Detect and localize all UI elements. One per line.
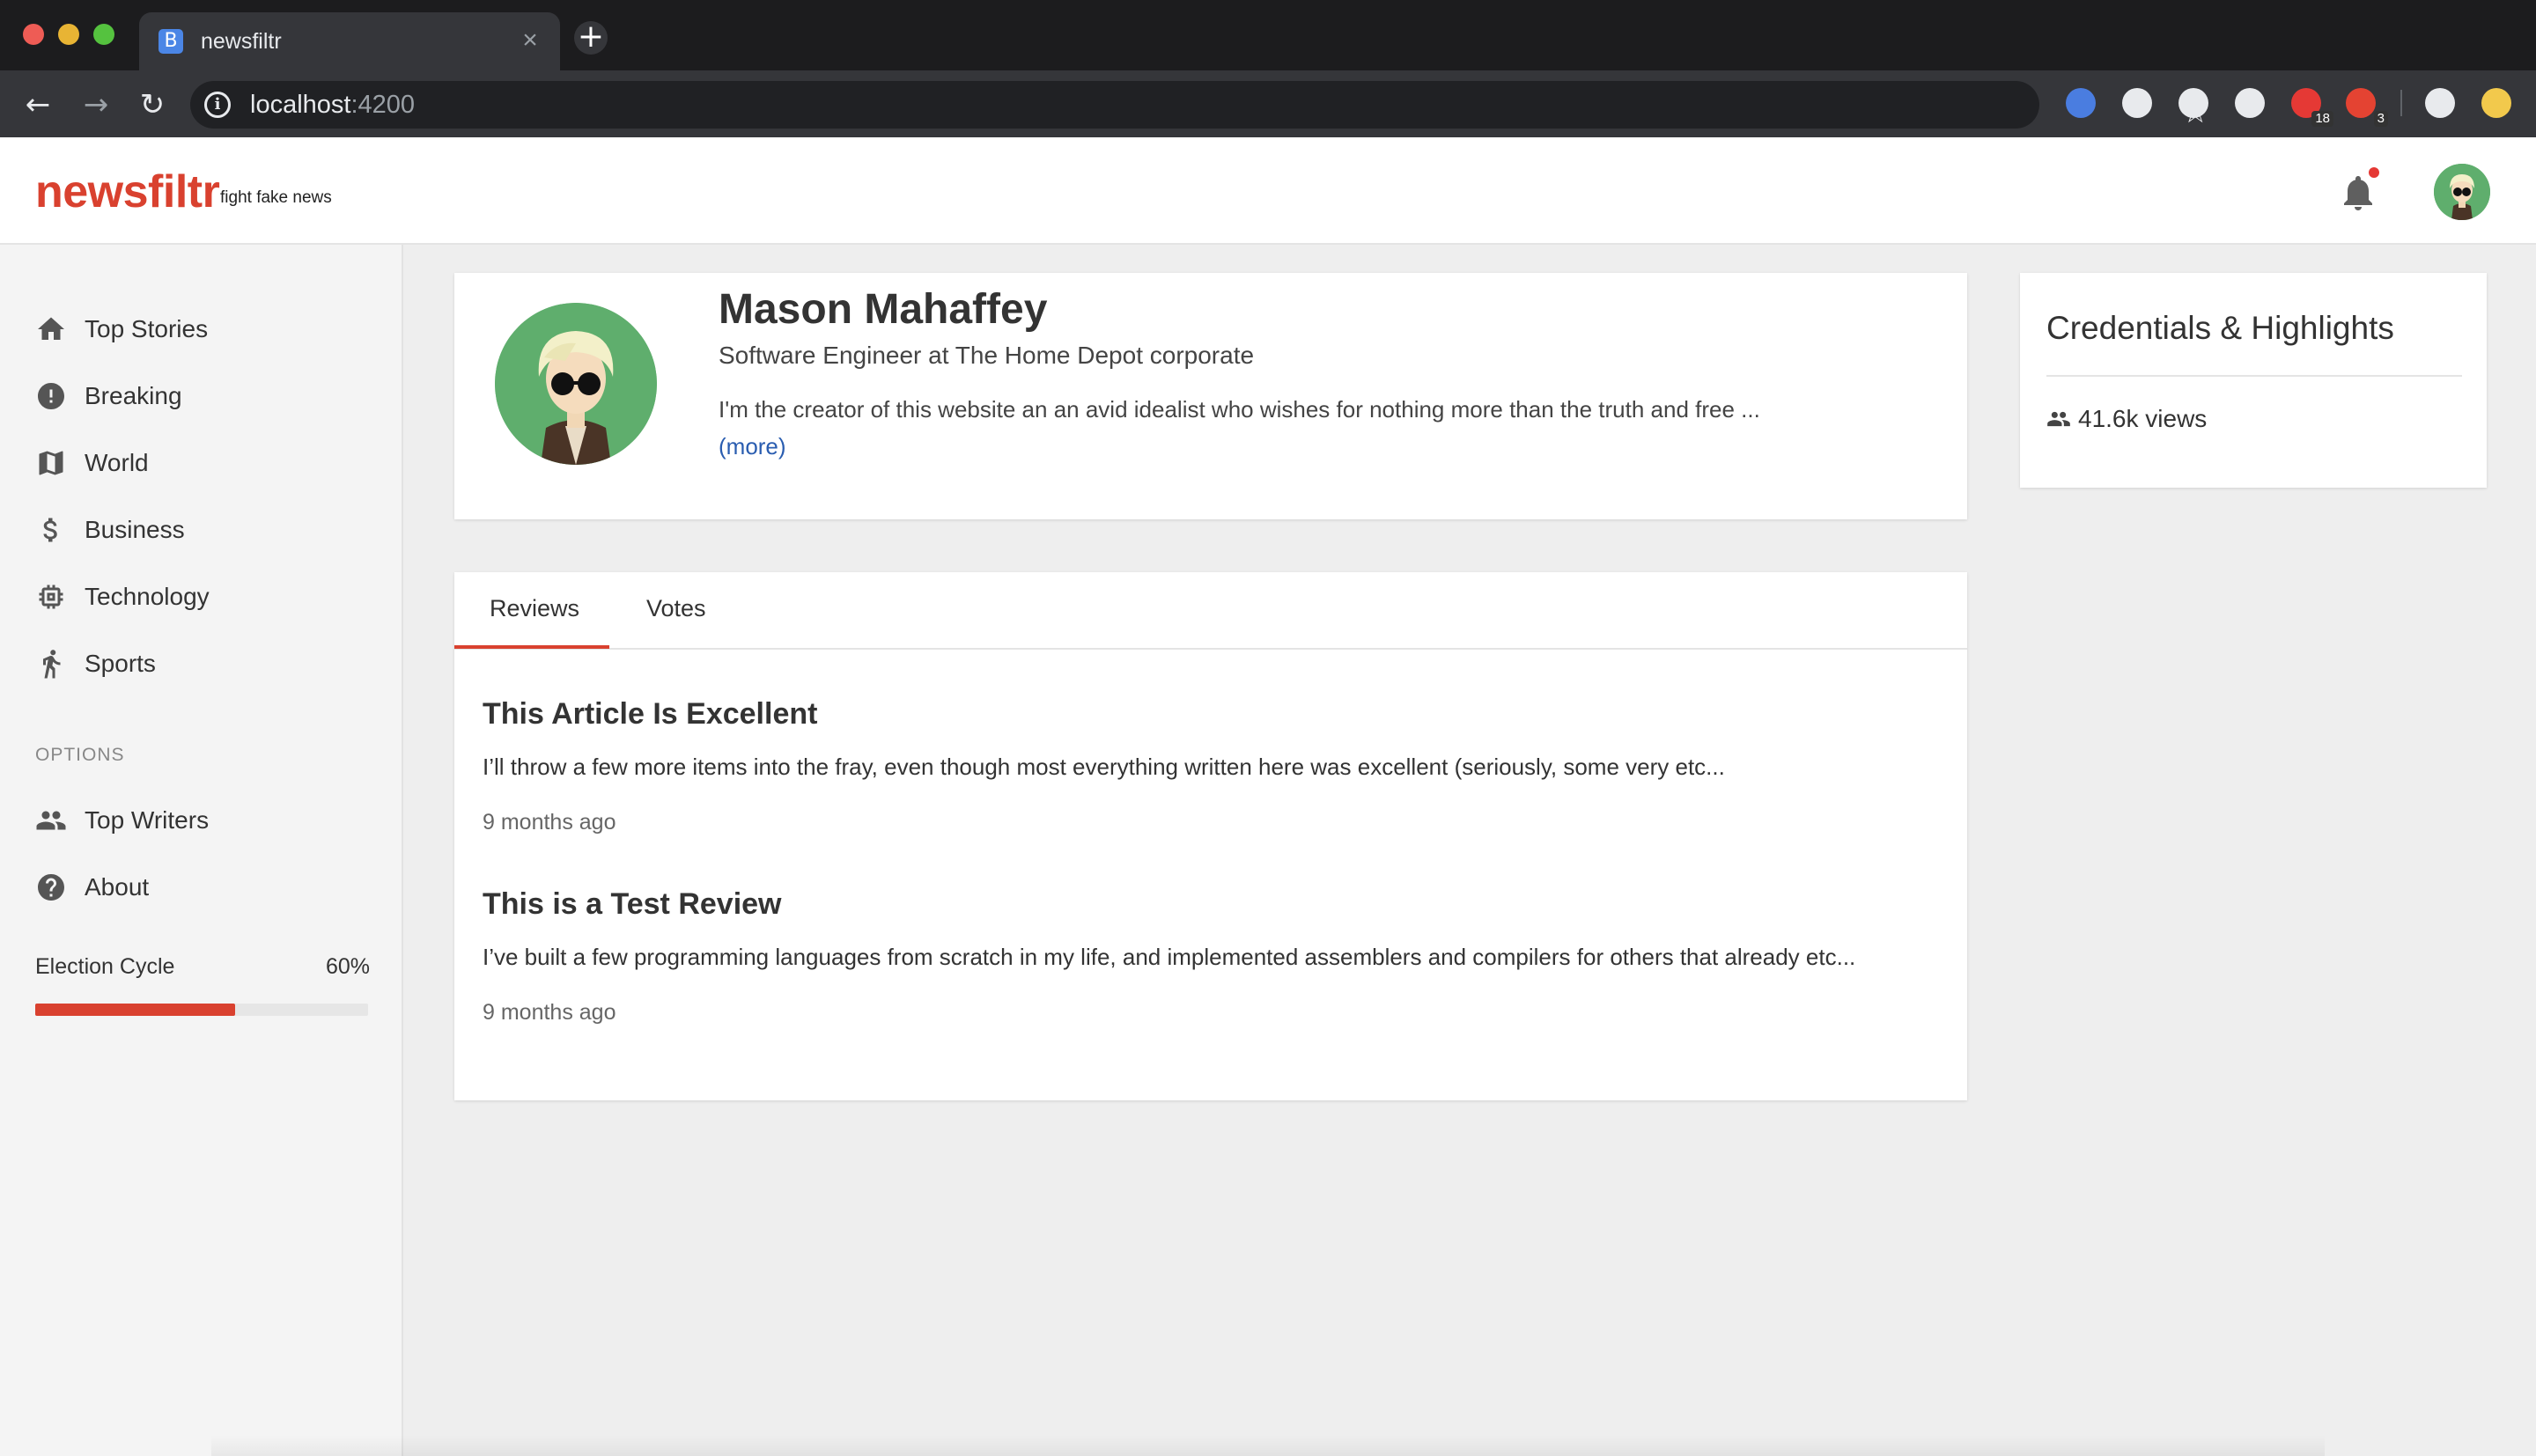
site-logo[interactable]: newsfiltr (35, 165, 220, 218)
sidebar-item-label: Breaking (85, 382, 182, 409)
extension-badge: 18 (2311, 111, 2333, 127)
ext-camera-icon[interactable] (2178, 88, 2208, 118)
info-icon[interactable]: i (204, 92, 231, 118)
sidebar-item-world[interactable]: World (35, 440, 370, 482)
ext-todoist-icon[interactable]: 3 (2346, 88, 2388, 127)
election-cycle-progress-fill (35, 1004, 235, 1016)
tab-strip: B newsfiltr × + (0, 0, 2536, 70)
ext-glasses-icon[interactable] (2066, 88, 2096, 118)
back-arrow-icon[interactable]: ← (19, 86, 56, 123)
review-body: I’ve built a few programming languages f… (483, 944, 1856, 970)
map-icon (39, 451, 63, 475)
minimize-window-button[interactable] (58, 24, 79, 45)
credentials-title: Credentials & Highlights (2046, 310, 2394, 346)
active-tab-indicator (454, 645, 609, 649)
sidebar-item-about[interactable]: About (35, 864, 370, 907)
walk-icon (43, 650, 61, 679)
review-title[interactable]: This Article Is Excellent (483, 697, 817, 732)
tab-reviews[interactable]: Reviews (490, 595, 579, 622)
ext-globe-icon[interactable] (2122, 88, 2152, 118)
sidebar-item-label: Sports (85, 650, 156, 677)
sidebar-item-breaking[interactable]: Breaking (35, 373, 370, 415)
people-icon (36, 811, 66, 830)
ext-shield-icon[interactable]: 18 (2291, 88, 2333, 127)
profile-bio: I'm the creator of this website an an av… (719, 396, 1760, 423)
profile-avatar (495, 303, 657, 465)
browser-tab[interactable]: B newsfiltr × (139, 12, 560, 70)
review-timestamp: 9 months ago (483, 810, 616, 835)
tab-title: newsfiltr (201, 29, 282, 54)
profile-name: Mason Mahaffey (719, 286, 1048, 333)
toolbar-divider (2400, 90, 2402, 116)
ext-mountain-icon[interactable] (2425, 88, 2455, 118)
sidebar-item-sports[interactable]: Sports (35, 641, 370, 683)
alert-icon (38, 383, 64, 409)
chip-icon (39, 585, 63, 609)
ext-keyhole-icon[interactable] (2235, 88, 2265, 118)
home-icon (38, 317, 64, 340)
more-link[interactable]: (more) (719, 433, 786, 460)
sidebar-item-business[interactable]: Business (35, 507, 370, 549)
close-window-button[interactable] (23, 24, 44, 45)
sidebar-item-top-writers[interactable]: Top Writers (35, 798, 370, 840)
review-title[interactable]: This is a Test Review (483, 887, 782, 922)
help-icon (38, 874, 64, 901)
browser-chrome: B newsfiltr × + ← → ↻ i localhost:4200 ☆… (0, 0, 2536, 137)
tab-votes[interactable]: Votes (646, 595, 706, 622)
sidebar-item-technology[interactable]: Technology (35, 574, 370, 616)
browser-toolbar: ← → ↻ i localhost:4200 ☆ 18 3 (0, 70, 2536, 137)
page-bottom-shadow (211, 1435, 2325, 1456)
user-avatar[interactable] (2434, 164, 2490, 220)
election-cycle-progress-bar (35, 1004, 368, 1016)
views-count: 41.6k views (2078, 405, 2208, 432)
favicon-icon: B (158, 29, 183, 54)
sidebar: Top Stories Breaking World Business Tech… (0, 245, 403, 1456)
url-text[interactable]: localhost:4200 (250, 91, 415, 120)
profile-card: Mason Mahaffey Software Engineer at The … (454, 273, 1967, 519)
app-header: newsfiltr fight fake news (0, 137, 2536, 245)
avatar-illustration-icon (2434, 164, 2490, 220)
sidebar-item-label: About (85, 873, 150, 901)
ext-profile-icon[interactable] (2481, 88, 2511, 118)
address-bar[interactable]: i localhost:4200 ☆ (190, 81, 2208, 130)
avatar-illustration-icon (495, 303, 657, 465)
sidebar-item-label: Top Stories (85, 315, 209, 342)
options-heading: OPTIONS (35, 745, 125, 765)
extension-badge: 3 (2373, 111, 2388, 127)
tab-bar: Reviews Votes (454, 572, 1967, 650)
sidebar-item-label: Technology (85, 583, 210, 610)
notification-dot (2369, 167, 2379, 178)
maximize-window-button[interactable] (93, 24, 114, 45)
close-tab-icon[interactable]: × (516, 25, 544, 56)
credentials-card: Credentials & Highlights 41.6k views (2020, 273, 2487, 488)
review-timestamp: 9 months ago (483, 1000, 616, 1025)
people-icon (2047, 411, 2070, 427)
election-cycle-label: Election Cycle (35, 954, 175, 979)
reload-icon[interactable]: ↻ (134, 86, 171, 123)
new-tab-button[interactable]: + (574, 21, 608, 55)
sidebar-item-top-stories[interactable]: Top Stories (35, 306, 370, 349)
dollar-icon (43, 518, 57, 542)
profile-job-title: Software Engineer at The Home Depot corp… (719, 342, 1255, 369)
review-body: I’ll throw a few more items into the fra… (483, 754, 1725, 780)
sidebar-item-label: Business (85, 516, 185, 543)
reviews-card: Reviews Votes This Article Is Excellent … (454, 572, 1967, 1100)
sidebar-item-label: World (85, 449, 149, 476)
sidebar-item-label: Top Writers (85, 806, 210, 834)
forward-arrow-icon[interactable]: → (77, 86, 114, 123)
site-tagline: fight fake news (220, 188, 332, 207)
divider (2046, 375, 2462, 377)
election-cycle-percent: 60% (326, 954, 371, 979)
